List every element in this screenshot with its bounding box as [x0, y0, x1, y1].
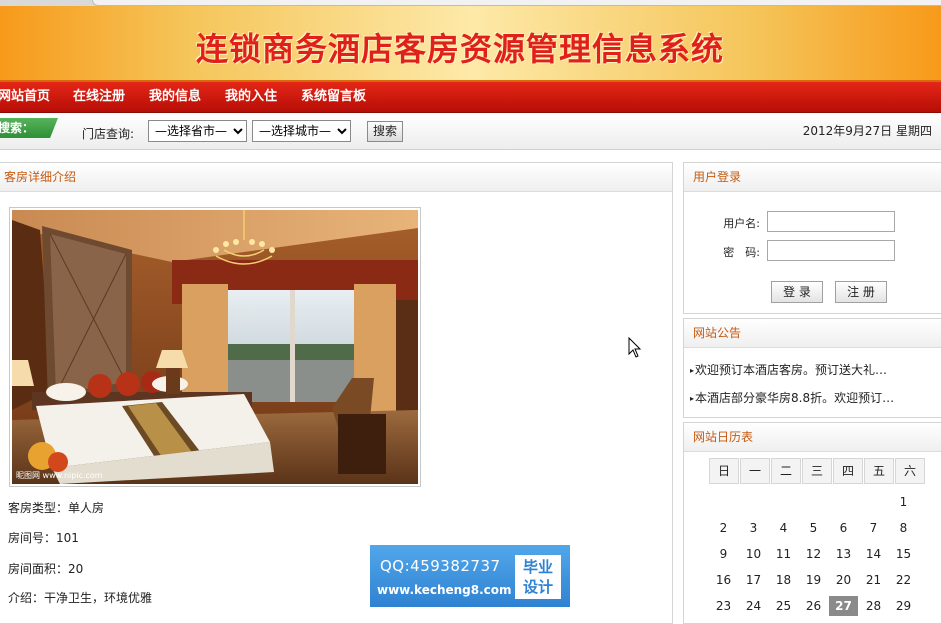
calendar-day[interactable]: 23	[709, 596, 738, 616]
nav-item-register[interactable]: 在线注册	[73, 82, 125, 112]
calendar-day[interactable]: 4	[769, 518, 798, 538]
room-photo-frame: 昵图网 www.nipic.com	[9, 207, 421, 487]
qq-number: QQ:459382737	[380, 557, 501, 575]
qq-contact-ad[interactable]: QQ:459382737 www.kecheng8.com 毕业 设计	[370, 545, 570, 607]
username-row: 用户名:	[684, 211, 941, 235]
login-panel: 用户登录 用户名: 密 码: 登 录 注 册	[683, 162, 941, 314]
room-photo: 昵图网 www.nipic.com	[12, 210, 418, 484]
calendar-day[interactable]: 1	[889, 492, 918, 512]
notice-panel: 网站公告 欢迎预订本酒店客房。预订送大礼… 本酒店部分豪华房8.8折。欢迎预订…	[683, 318, 941, 418]
calendar-day[interactable]: 11	[769, 544, 798, 564]
calendar-day[interactable]: 28	[859, 596, 888, 616]
password-label: 密 码:	[723, 246, 760, 259]
calendar-day[interactable]: 19	[799, 570, 828, 590]
login-button[interactable]: 登 录	[771, 281, 823, 303]
room-detail-title: 客房详细介绍	[0, 163, 672, 192]
calendar-day[interactable]: 25	[769, 596, 798, 616]
mouse-cursor-icon	[628, 337, 642, 358]
site-banner: 连锁商务酒店客房资源管理信息系统	[0, 6, 941, 82]
password-row: 密 码:	[684, 240, 941, 264]
calendar-day[interactable]: 26	[799, 596, 828, 616]
calendar-day[interactable]: 5	[799, 518, 828, 538]
weekday-label: 二	[771, 458, 801, 484]
nav-item-my-stays[interactable]: 我的入住	[225, 82, 277, 112]
current-date: 2012年9月27日 星期四	[802, 124, 932, 138]
calendar-day[interactable]: 14	[859, 544, 888, 564]
username-label: 用户名:	[723, 217, 760, 230]
calendar-day[interactable]: 7	[859, 518, 888, 538]
calendar-day[interactable]: 8	[889, 518, 918, 538]
nav-item-message-board[interactable]: 系统留言板	[301, 82, 366, 112]
badge-line-2: 设计	[522, 578, 553, 596]
city-select[interactable]: —选择城市—	[252, 120, 351, 142]
calendar-day[interactable]: 2	[709, 518, 738, 538]
ad-url: www.kecheng8.com	[377, 583, 512, 597]
badge-line-1: 毕业	[522, 558, 553, 576]
calendar-day[interactable]: 13	[829, 544, 858, 564]
calendar-title: 网站日历表	[684, 423, 941, 452]
calendar-day-today[interactable]: 27	[829, 596, 858, 616]
calendar-day[interactable]: 24	[739, 596, 768, 616]
calendar-day[interactable]: 16	[709, 570, 738, 590]
calendar-day[interactable]: 10	[739, 544, 768, 564]
graduation-design-badge: 毕业 设计	[515, 555, 561, 599]
calendar-weekday-header: 日一二三四五六	[709, 458, 926, 484]
nav-item-home[interactable]: 网站首页	[0, 82, 50, 112]
province-select[interactable]: —选择省市—	[148, 120, 247, 142]
calendar-day[interactable]: 3	[739, 518, 768, 538]
nav-item-my-info[interactable]: 我的信息	[149, 82, 201, 112]
search-label: 搜索：	[0, 118, 58, 138]
search-button[interactable]: 搜索	[367, 121, 404, 142]
weekday-label: 三	[802, 458, 832, 484]
room-detail-panel: 客房详细介绍 昵图网 www.nipic.com 客房类型：单人房 房间号：10…	[0, 162, 673, 624]
weekday-label: 六	[895, 458, 925, 484]
calendar-panel: 网站日历表 日一二三四五六 1 2 3 4 5 6 7 8 9 10 11 12 13 14 15 16 17 1…	[683, 422, 941, 624]
weekday-label: 五	[864, 458, 894, 484]
calendar-day[interactable]: 22	[889, 570, 918, 590]
weekday-label: 一	[740, 458, 770, 484]
password-input[interactable]	[767, 240, 895, 261]
svg-text:昵图网 www.nipic.com: 昵图网 www.nipic.com	[16, 471, 103, 480]
search-bar: 搜索： 门店查询: —选择省市— —选择城市— 搜索 2012年9月27日 星期…	[0, 113, 941, 150]
calendar-day[interactable]: 17	[739, 570, 768, 590]
calendar-day[interactable]: 15	[889, 544, 918, 564]
calendar-day[interactable]: 6	[829, 518, 858, 538]
room-intro-text: 介绍：干净卫生，环境优雅	[8, 591, 153, 605]
main-nav: 网站首页 在线注册 我的信息 我的入住 系统留言板	[0, 82, 941, 113]
weekday-label: 日	[709, 458, 739, 484]
room-photo-illustration: 昵图网 www.nipic.com	[12, 210, 418, 484]
weekday-label: 四	[833, 458, 863, 484]
store-query-label: 门店查询:	[82, 127, 135, 141]
notice-item[interactable]: 欢迎预订本酒店客房。预订送大礼…	[690, 361, 887, 378]
calendar-day[interactable]: 29	[889, 596, 918, 616]
calendar: 日一二三四五六 1 2 3 4 5 6 7 8 9 10 11 12 13 14 15 16 17 18 19 20 2…	[709, 458, 926, 616]
room-area-text: 房间面积：20	[8, 562, 84, 576]
register-button[interactable]: 注 册	[835, 281, 887, 303]
room-number-text: 房间号：101	[8, 531, 79, 545]
site-title: 连锁商务酒店客房资源管理信息系统	[195, 30, 724, 68]
notice-title: 网站公告	[684, 319, 941, 348]
login-title: 用户登录	[684, 163, 941, 192]
calendar-day[interactable]: 12	[799, 544, 828, 564]
calendar-day[interactable]: 18	[769, 570, 798, 590]
username-input[interactable]	[767, 211, 895, 232]
calendar-day[interactable]: 21	[859, 570, 888, 590]
calendar-day[interactable]: 20	[829, 570, 858, 590]
calendar-day[interactable]: 9	[709, 544, 738, 564]
notice-item[interactable]: 本酒店部分豪华房8.8折。欢迎预订…	[690, 389, 894, 406]
room-type-text: 客房类型：单人房	[8, 501, 105, 515]
